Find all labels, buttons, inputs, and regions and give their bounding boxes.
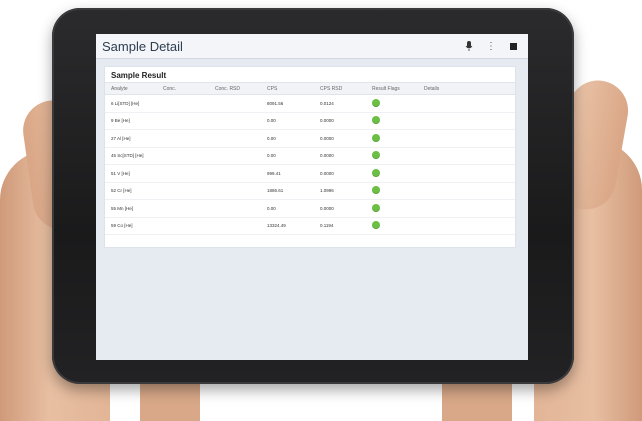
result-flag-ok-icon[interactable]	[372, 151, 380, 160]
cps-cell: 0.00	[267, 118, 276, 124]
app-header: Sample Detail ⋮	[96, 34, 528, 59]
result-flag-cell	[366, 151, 418, 160]
table-row[interactable]: 45 Sc[STD] [He] 0.00 0.0000	[105, 148, 515, 165]
result-flag-ok-icon[interactable]	[372, 133, 380, 142]
sample-result-card: Sample Result Analyte Conc. Conc. RSD CP…	[104, 66, 516, 248]
stop-icon[interactable]	[504, 37, 522, 55]
column-header[interactable]: Analyte	[105, 86, 157, 92]
result-flag-cell	[366, 221, 418, 230]
cps-rsd-cell: 0.0000	[320, 153, 334, 159]
column-header[interactable]: Conc. RSD	[209, 86, 261, 92]
cps-rsd-cell: 0.0000	[320, 205, 334, 211]
cps-cell: 0.00	[267, 135, 276, 141]
page-title: Sample Detail	[102, 38, 183, 54]
result-flag-ok-icon[interactable]	[372, 203, 380, 212]
result-flag-ok-icon[interactable]	[372, 186, 380, 195]
result-flag-ok-icon[interactable]	[372, 221, 380, 230]
analyte-cell: 52 Cr [He]	[111, 188, 132, 194]
cps-rsd-cell: 0.1194	[320, 223, 334, 229]
result-flag-ok-icon[interactable]	[372, 116, 380, 125]
analyte-cell: 27 Al [He]	[111, 135, 131, 141]
microphone-icon[interactable]	[460, 37, 478, 55]
analyte-cell: 6 Li[STD] [He]	[111, 100, 140, 106]
cps-cell: 0.00	[267, 205, 276, 211]
table-row[interactable]: 59 Co [He] 13324.49 0.1194	[105, 218, 515, 235]
cps-rsd-cell: 0.0000	[320, 170, 334, 176]
analyte-cell: 51 V [He]	[111, 170, 130, 176]
result-flag-ok-icon[interactable]	[372, 98, 380, 107]
cps-cell: 8091.56	[267, 100, 284, 106]
table-row[interactable]: 52 Cr [He] 1886.61 1.0996	[105, 183, 515, 200]
cps-rsd-cell: 0.0000	[320, 118, 334, 124]
tablet-device: Sample Detail ⋮ Sample Result Analyte Co…	[52, 8, 574, 384]
table-row[interactable]: 51 V [He] 999.41 0.0000	[105, 165, 515, 183]
result-flag-ok-icon[interactable]	[372, 168, 380, 177]
analyte-cell: 45 Sc[STD] [He]	[111, 153, 144, 159]
table-row[interactable]: 27 Al [He] 0.00 0.0000	[105, 130, 515, 148]
column-header[interactable]: CPS RSD	[314, 86, 366, 92]
table-row[interactable]: 55 Mn [He] 0.00 0.0000	[105, 200, 515, 218]
column-header[interactable]: Conc.	[157, 86, 209, 92]
result-flag-cell	[366, 203, 418, 213]
column-header[interactable]: CPS	[261, 86, 314, 92]
tablet-screen: Sample Detail ⋮ Sample Result Analyte Co…	[96, 34, 528, 360]
result-flag-cell	[366, 98, 418, 108]
cps-cell: 0.00	[267, 153, 276, 159]
table-row[interactable]: 9 Be [He] 0.00 0.0000	[105, 113, 515, 130]
more-icon[interactable]: ⋮	[482, 37, 500, 55]
column-header[interactable]: Result Flags	[366, 86, 418, 92]
result-flag-cell	[366, 186, 418, 195]
table-row[interactable]: 6 Li[STD] [He] 8091.56 0.0124	[105, 95, 515, 113]
cps-cell: 1886.61	[267, 188, 284, 194]
analyte-cell: 55 Mn [He]	[111, 205, 134, 211]
cps-rsd-cell: 0.0124	[320, 100, 334, 106]
card-title: Sample Result	[111, 71, 167, 80]
cps-rsd-cell: 1.0996	[320, 188, 334, 194]
cps-cell: 999.41	[267, 170, 281, 176]
result-flag-cell	[366, 168, 418, 178]
table-header: Analyte Conc. Conc. RSD CPS CPS RSD Resu…	[105, 82, 515, 95]
analyte-cell: 9 Be [He]	[111, 118, 130, 124]
cps-rsd-cell: 0.0000	[320, 135, 334, 141]
analyte-cell: 59 Co [He]	[111, 223, 133, 229]
result-flag-cell	[366, 116, 418, 125]
result-flag-cell	[366, 133, 418, 143]
column-header[interactable]: Details	[418, 86, 515, 92]
cps-cell: 13324.49	[267, 223, 286, 229]
